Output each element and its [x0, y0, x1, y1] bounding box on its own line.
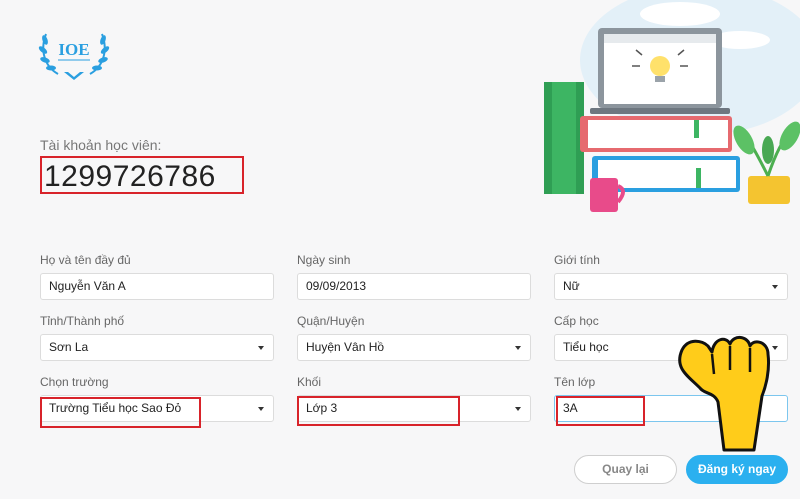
account-label: Tài khoản học viên: — [40, 137, 162, 153]
gender-select[interactable]: Nữ — [554, 273, 788, 300]
fullname-label: Họ và tên đầy đủ — [40, 253, 131, 267]
level-value: Tiểu học — [563, 340, 609, 354]
gender-value: Nữ — [563, 279, 580, 293]
chevron-down-icon — [258, 346, 264, 350]
chevron-down-icon — [515, 346, 521, 350]
ioe-logo: IOE — [38, 33, 110, 80]
school-highlight-box — [40, 397, 201, 428]
classname-highlight-box — [556, 396, 645, 426]
chevron-down-icon — [515, 407, 521, 411]
classname-label: Tên lớp — [554, 375, 596, 389]
school-label: Chọn trường — [40, 375, 109, 389]
chevron-down-icon — [258, 407, 264, 411]
dob-label: Ngày sinh — [297, 253, 351, 267]
province-label: Tỉnh/Thành phố — [40, 314, 125, 328]
grade-highlight-box — [297, 396, 460, 426]
province-value: Sơn La — [49, 340, 89, 354]
gender-label: Giới tính — [554, 253, 600, 267]
dob-value: 09/09/2013 — [306, 279, 367, 293]
grade-label: Khối — [297, 375, 322, 389]
fullname-value: Nguyễn Văn A — [49, 279, 126, 293]
account-number: 1299726786 — [40, 156, 244, 194]
books-laptop-illustration — [544, 0, 800, 212]
district-select[interactable]: Huyện Vân Hồ — [297, 334, 531, 361]
level-label: Cấp học — [554, 314, 599, 328]
dob-input[interactable]: 09/09/2013 — [297, 273, 531, 300]
logo-text: IOE — [58, 40, 89, 59]
pointing-hand-icon — [678, 336, 770, 452]
fullname-input[interactable]: Nguyễn Văn A — [40, 273, 274, 300]
district-value: Huyện Vân Hồ — [306, 340, 385, 354]
back-button[interactable]: Quay lại — [574, 455, 677, 484]
district-label: Quận/Huyện — [297, 314, 365, 328]
province-select[interactable]: Sơn La — [40, 334, 274, 361]
chevron-down-icon — [772, 285, 778, 289]
